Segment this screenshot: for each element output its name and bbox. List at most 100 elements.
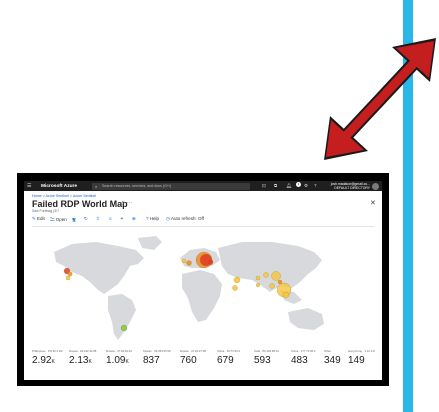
metric-label: China · 177.72.95.2	[291, 349, 316, 353]
metric-tile[interactable]: Russia · 94.232.44.08 2.13K	[69, 349, 96, 366]
breadcrumb-separator: >	[69, 194, 72, 198]
search-placeholder: Search resources, services, and docs (G+…	[102, 183, 172, 188]
notifications-icon[interactable]: 🔔︎	[286, 183, 292, 189]
breadcrumb-home[interactable]: Home	[32, 194, 42, 198]
metric-label: Russia · 47.22.07.08	[180, 349, 206, 353]
metric-tile[interactable]: Hong Kong · 1.12.2.8 149	[348, 349, 375, 366]
metric-value: 349	[324, 355, 341, 366]
metric-label: Russia · 47.94.04.04	[106, 349, 132, 353]
help-icon[interactable]: ?	[314, 183, 317, 188]
metric-unit: K	[51, 359, 55, 365]
emoji-icon[interactable]: ☺	[108, 216, 113, 221]
bubble	[120, 324, 128, 332]
open-button[interactable]: 🗀︎ Open	[50, 216, 67, 224]
metric-tile[interactable]: India · 80.193.86.01 593	[254, 349, 279, 366]
cloud-shell-icon[interactable]: ⊡	[262, 183, 266, 189]
help-button[interactable]: ? Help	[146, 216, 159, 221]
metric-value: 593	[254, 355, 271, 366]
open-label: Open	[55, 217, 67, 222]
metric-label: Russia · 94.232.44.08	[69, 349, 97, 353]
bubble	[186, 260, 192, 266]
save-icon[interactable]: 🖫︎	[72, 216, 76, 224]
screenshot-frame: ☰ Microsoft Azure ⌕ Search resources, se…	[17, 173, 389, 386]
metric-value: 679	[217, 355, 234, 366]
search-input[interactable]: ⌕ Search resources, services, and docs (…	[92, 182, 250, 190]
folder-icon: 🗀︎	[50, 217, 55, 222]
bubble	[206, 258, 214, 266]
bubble	[256, 283, 260, 287]
page-title: Failed RDP World Map	[32, 199, 128, 209]
more-options-icon[interactable]: ···	[127, 200, 132, 206]
metrics-row: Philippines · PH 92.2 D3 2.92K Russia · …	[32, 349, 375, 375]
bubble	[282, 291, 290, 299]
metric-tile[interactable]: China · 177.72.95.2 483	[291, 349, 316, 366]
metric-label: Other	[324, 349, 331, 353]
auto-refresh-label: Auto refresh: Off	[170, 216, 204, 221]
breadcrumb-item[interactable]: Azure Sentinel	[73, 194, 96, 198]
bubble	[67, 271, 73, 277]
bubble	[271, 271, 281, 281]
bubble	[181, 258, 187, 264]
breadcrumb: Home > Azure Sentinel > Azure Sentinel	[32, 194, 96, 198]
bubble	[232, 285, 238, 291]
double-arrow-icon	[324, 38, 436, 160]
help-label: Help	[149, 216, 160, 221]
metric-value: 760	[180, 355, 197, 366]
greenland	[138, 236, 162, 250]
australia	[288, 308, 324, 330]
settings-icon[interactable]: ⚙	[304, 183, 308, 189]
metric-unit: K	[88, 359, 92, 365]
edit-icon: ✎	[32, 216, 36, 221]
africa	[182, 270, 222, 322]
pin-icon[interactable]: 📌︎	[119, 201, 125, 207]
page-subtitle: Saw Forebag (3/7	[32, 209, 59, 213]
breadcrumb-separator: >	[42, 194, 45, 198]
metric-label: Philippines · PH 92.2 D3	[32, 349, 63, 353]
metric-value: 837	[143, 355, 160, 366]
metric-tile[interactable]: Other 349	[324, 349, 341, 366]
directory-icon[interactable]: ⧉	[274, 183, 277, 188]
metric-tile[interactable]: Philippines · PH 92.2 D3 2.92K	[32, 349, 62, 366]
breadcrumb-item[interactable]: Azure Sentinel	[46, 194, 69, 198]
metric-label: Hong Kong · 1.12.2.8	[348, 349, 375, 353]
share-icon[interactable]: ⇪	[96, 216, 100, 222]
metric-unit: K	[125, 359, 129, 365]
close-icon[interactable]: ✕	[370, 199, 376, 207]
metric-label: India · 80.193.86.01	[254, 349, 279, 353]
azure-top-bar: ☰ Microsoft Azure ⌕ Search resources, se…	[24, 181, 382, 191]
azure-portal-screen: ☰ Microsoft Azure ⌕ Search resources, se…	[24, 181, 382, 380]
metric-label: Taiwan · 60.253.55.58	[143, 349, 171, 353]
world-map[interactable]	[32, 230, 374, 348]
metric-tile[interactable]: Russia · 47.22.07.08 760	[180, 349, 206, 366]
metric-value: 483	[291, 355, 308, 366]
bubble	[233, 276, 241, 284]
bubble	[263, 272, 269, 278]
search-icon: ⌕	[95, 183, 98, 189]
metric-value: 149	[348, 355, 365, 366]
metric-value: 2.13	[69, 355, 89, 366]
south-america	[108, 294, 136, 340]
brand-label[interactable]: Microsoft Azure	[41, 184, 77, 189]
clock-icon: ◷	[166, 216, 170, 221]
user-account[interactable]: josh.madakor@gmail.co... DEFAULT DIRECTO…	[326, 182, 370, 190]
metric-value: 1.09	[106, 355, 126, 366]
metric-value: 2.92	[32, 355, 52, 366]
edit-button[interactable]: ✎ Edit	[32, 216, 45, 222]
metric-tile[interactable]: China · 56.73.53.2 679	[217, 349, 240, 366]
divider	[32, 226, 374, 227]
metric-tile[interactable]: Taiwan · 60.253.55.58 837	[143, 349, 171, 366]
question-icon: ?	[146, 216, 149, 221]
bubble	[255, 275, 261, 281]
bubble	[269, 283, 275, 289]
metric-label: China · 56.73.53.2	[217, 349, 241, 353]
metric-tile[interactable]: Russia · 47.94.04.04 1.09K	[106, 349, 132, 366]
bubble	[65, 275, 71, 281]
auto-refresh-button[interactable]: ◷ Auto refresh: Off	[166, 216, 204, 222]
feedback-icon[interactable]: ⊕	[132, 216, 136, 222]
edit-label: Edit	[37, 216, 45, 221]
refresh-icon[interactable]: ↻	[84, 216, 88, 222]
hamburger-icon[interactable]: ☰	[27, 183, 31, 189]
avatar[interactable]	[372, 182, 379, 190]
notification-badge: 1	[296, 182, 301, 187]
link-icon[interactable]: ⚭	[120, 216, 124, 222]
